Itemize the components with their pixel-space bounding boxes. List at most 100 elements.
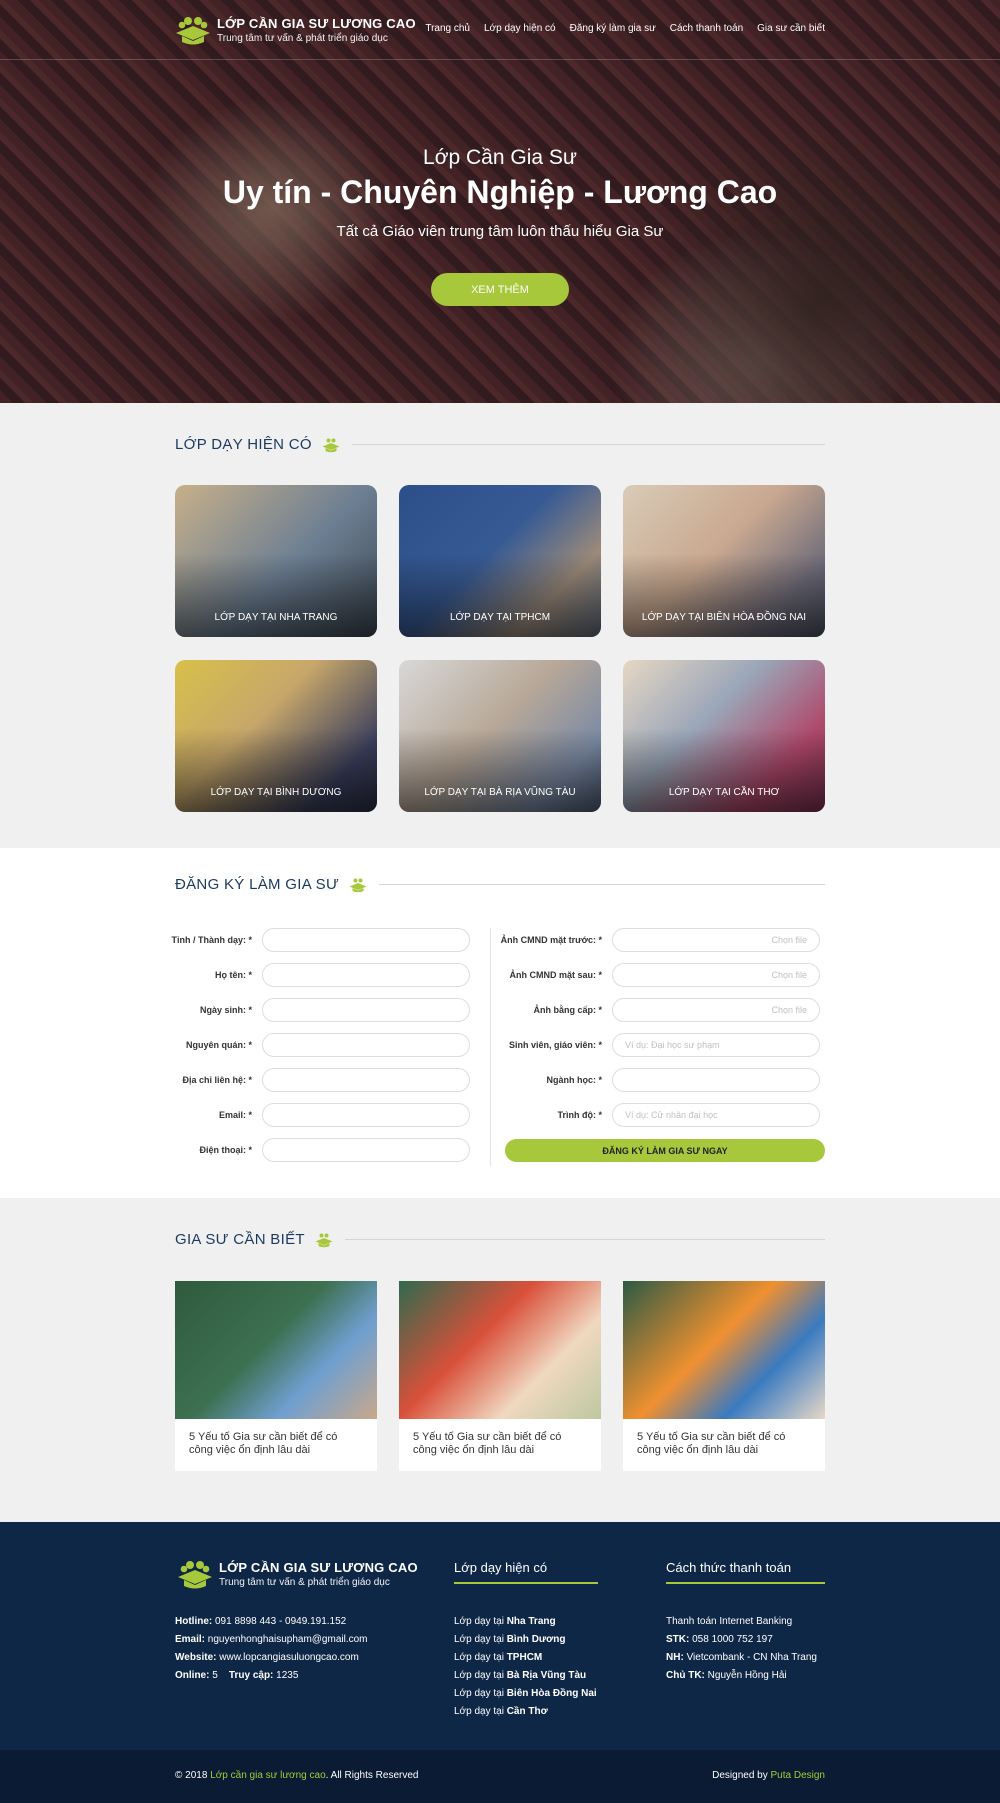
id-back-file-input[interactable] (612, 963, 820, 987)
level-input[interactable] (612, 1103, 820, 1127)
brand-logo[interactable]: LỚP CẦN GIA SƯ LƯƠNG CAO Trung tâm tư vấ… (175, 14, 416, 46)
hometown-input[interactable] (262, 1033, 470, 1057)
copyright-text: © 2018 Lớp cần gia sư lương cao. All Rig… (175, 1770, 419, 1781)
form-row-email: Email: * (150, 1103, 470, 1127)
footer-class-link[interactable]: Lớp dạy tại Cần Thơ (454, 1703, 597, 1721)
top-navigation-bar: LỚP CẦN GIA SƯ LƯƠNG CAO Trung tâm tư vấ… (0, 0, 1000, 60)
major-label: Ngành học: * (546, 1075, 603, 1085)
hero-title: Uy tín - Chuyên Nghiệp - Lương Cao (222, 174, 778, 210)
bank-line: NH: Vietcombank - CN Nha Trang (666, 1652, 817, 1663)
form-row-level: Trình độ: * (488, 1103, 820, 1127)
designer-credit: Designed by Puta Design (712, 1770, 825, 1781)
address-input[interactable] (262, 1068, 470, 1092)
graduation-hat-icon (315, 1233, 333, 1247)
class-card-binh-duong[interactable]: LỚP DẠY TẠI BÌNH DƯƠNG (175, 660, 377, 812)
form-row-phone: Điện thoại: * (150, 1138, 470, 1162)
fullname-label: Họ tên: * (215, 970, 252, 980)
nav-register[interactable]: Đăng ký làm gia sư (570, 23, 656, 34)
articles-heading: GIA SƯ CẦN BIẾT (175, 1231, 825, 1248)
birthday-input[interactable] (262, 998, 470, 1022)
footer-classes-list: Lớp dạy tại Nha Trang Lớp dạy tại Bình D… (454, 1613, 597, 1721)
graduation-hat-icon (176, 17, 210, 45)
hero-subtitle: Tất cả Giáo viên trung tâm luôn thấu hiể… (336, 223, 664, 240)
footer-payment-title: Cách thức thanh toán (666, 1560, 825, 1584)
class-card-bien-hoa[interactable]: LỚP DẠY TẠI BIÊN HÒA ĐỒNG NAI (623, 485, 825, 637)
graduation-hat-icon (178, 1561, 212, 1589)
id-back-label: Ảnh CMND mặt sau: * (509, 970, 602, 980)
class-card-ba-ria-vung-tau[interactable]: LỚP DẠY TẠI BÀ RỊA VŨNG TÀU (399, 660, 601, 812)
class-card-tphcm[interactable]: LỚP DẠY TẠI TPHCM (399, 485, 601, 637)
article-title: 5 Yếu tố Gia sư cần biết để có công việc… (637, 1431, 786, 1457)
footer-class-link[interactable]: Lớp dạy tại Bình Dương (454, 1631, 597, 1649)
article-image (623, 1281, 825, 1419)
copyright-brand-link[interactable]: Lớp cần gia sư lương cao (210, 1770, 325, 1781)
designer-link[interactable]: Puta Design (771, 1770, 825, 1781)
graduation-hat-icon (349, 878, 367, 892)
form-row-student-teacher: Sinh viên, giáo viên: * (488, 1033, 820, 1057)
id-front-label: Ảnh CMND mặt trước: * (500, 935, 602, 945)
phone-input[interactable] (262, 1138, 470, 1162)
account-number-line: STK: 058 1000 752 197 (666, 1634, 773, 1645)
phone-label: Điện thoại: * (199, 1145, 252, 1155)
heading-divider (344, 1239, 825, 1240)
article-card[interactable]: 5 Yếu tố Gia sư cần biết để có công việc… (399, 1281, 601, 1471)
birthday-label: Ngày sinh: * (199, 1005, 252, 1015)
degree-label: Ảnh bằng cấp: * (533, 1005, 602, 1015)
student-teacher-input[interactable] (612, 1033, 820, 1057)
account-owner-line: Chủ TK: Nguyễn Hồng Hải (666, 1670, 787, 1681)
brand-tagline: Trung tâm tư vấn & phát triển giáo dục (217, 33, 388, 44)
class-card-label: LỚP DẠY TẠI CẦN THƠ (668, 787, 780, 798)
form-row-province: Tỉnh / Thành dạy: * (150, 928, 470, 952)
article-image (399, 1281, 601, 1419)
register-section: ĐĂNG KÝ LÀM GIA SƯ Tỉnh / Thành dạy: * H… (0, 848, 1000, 1198)
form-row-address: Địa chỉ liên hệ: * (150, 1068, 470, 1092)
view-more-button[interactable]: XEM THÊM (431, 273, 569, 306)
form-row-fullname: Họ tên: * (150, 963, 470, 987)
email-line: Email: nguyenhonghaisupham@gmail.com (175, 1634, 368, 1645)
register-submit-button[interactable]: ĐĂNG KÝ LÀM GIA SƯ NGAY (505, 1139, 825, 1162)
class-card-label: LỚP DẠY TẠI BÌNH DƯƠNG (210, 787, 342, 798)
website-value[interactable]: www.lopcangiasuluongcao.com (219, 1652, 359, 1663)
footer-class-link[interactable]: Lớp dạy tại Bà Rịa Vũng Tàu (454, 1667, 597, 1685)
footer-class-link[interactable]: Lớp dạy tại TPHCM (454, 1649, 597, 1667)
hero-kicker: Lớp Cần Gia Sư (423, 146, 577, 169)
class-card-can-tho[interactable]: LỚP DẠY TẠI CẦN THƠ (623, 660, 825, 812)
form-row-major: Ngành học: * (488, 1068, 820, 1092)
nav-classes[interactable]: Lớp dạy hiện có (484, 23, 556, 34)
article-image (175, 1281, 377, 1419)
copyright-bar: © 2018 Lớp cần gia sư lương cao. All Rig… (0, 1750, 1000, 1803)
hotline-value[interactable]: 091 8898 443 - 0949.191.152 (215, 1616, 346, 1627)
student-teacher-label: Sinh viên, giáo viên: * (508, 1040, 602, 1050)
address-label: Địa chỉ liên hệ: * (182, 1075, 252, 1085)
degree-file-input[interactable] (612, 998, 820, 1022)
graduation-hat-icon (322, 438, 340, 452)
class-card-nha-trang[interactable]: LỚP DẠY TẠI NHA TRANG (175, 485, 377, 637)
email-value[interactable]: nguyenhonghaisupham@gmail.com (208, 1634, 368, 1645)
email-input[interactable] (262, 1103, 470, 1127)
nav-payment[interactable]: Cách thanh toán (670, 23, 743, 34)
footer-class-link[interactable]: Lớp dạy tại Biên Hòa Đồng Nai (454, 1685, 597, 1703)
brand-name: LỚP CẦN GIA SƯ LƯƠNG CAO (217, 16, 416, 31)
footer-brand-logo[interactable]: LỚP CẦN GIA SƯ LƯƠNG CAO Trung tâm tư vấ… (177, 1558, 418, 1590)
online-count: 5 (212, 1670, 218, 1681)
article-title: 5 Yếu tố Gia sư cần biết để có công việc… (413, 1431, 562, 1457)
province-label: Tỉnh / Thành dạy: * (171, 935, 253, 945)
fullname-input[interactable] (262, 963, 470, 987)
class-card-label: LỚP DẠY TẠI BÀ RỊA VŨNG TÀU (424, 787, 576, 798)
article-card[interactable]: 5 Yếu tố Gia sư cần biết để có công việc… (623, 1281, 825, 1471)
classes-section: LỚP DẠY HIỆN CÓ LỚP DẠY TẠI NHA TRANG LỚ… (0, 403, 1000, 848)
class-card-label: LỚP DẠY TẠI NHA TRANG (214, 612, 338, 623)
footer-payment-info: Thanh toán Internet Banking STK: 058 100… (666, 1613, 817, 1685)
footer-brand-tagline: Trung tâm tư vấn & phát triển giáo dục (219, 1577, 390, 1588)
article-card[interactable]: 5 Yếu tố Gia sư cần biết để có công việc… (175, 1281, 377, 1471)
major-input[interactable] (612, 1068, 820, 1092)
nav-home[interactable]: Trang chủ (425, 23, 470, 34)
id-front-file-input[interactable] (612, 928, 820, 952)
nav-tutor-tips[interactable]: Gia sư cần biết (757, 23, 825, 34)
hotline-line: Hotline: 091 8898 443 - 0949.191.152 (175, 1616, 347, 1627)
hometown-label: Nguyên quán: * (185, 1040, 252, 1050)
province-input[interactable] (262, 928, 470, 952)
class-card-label: LỚP DẠY TẠI BIÊN HÒA ĐỒNG NAI (641, 612, 807, 623)
website-line: Website: www.lopcangiasuluongcao.com (175, 1652, 359, 1663)
footer-class-link[interactable]: Lớp dạy tại Nha Trang (454, 1613, 597, 1631)
